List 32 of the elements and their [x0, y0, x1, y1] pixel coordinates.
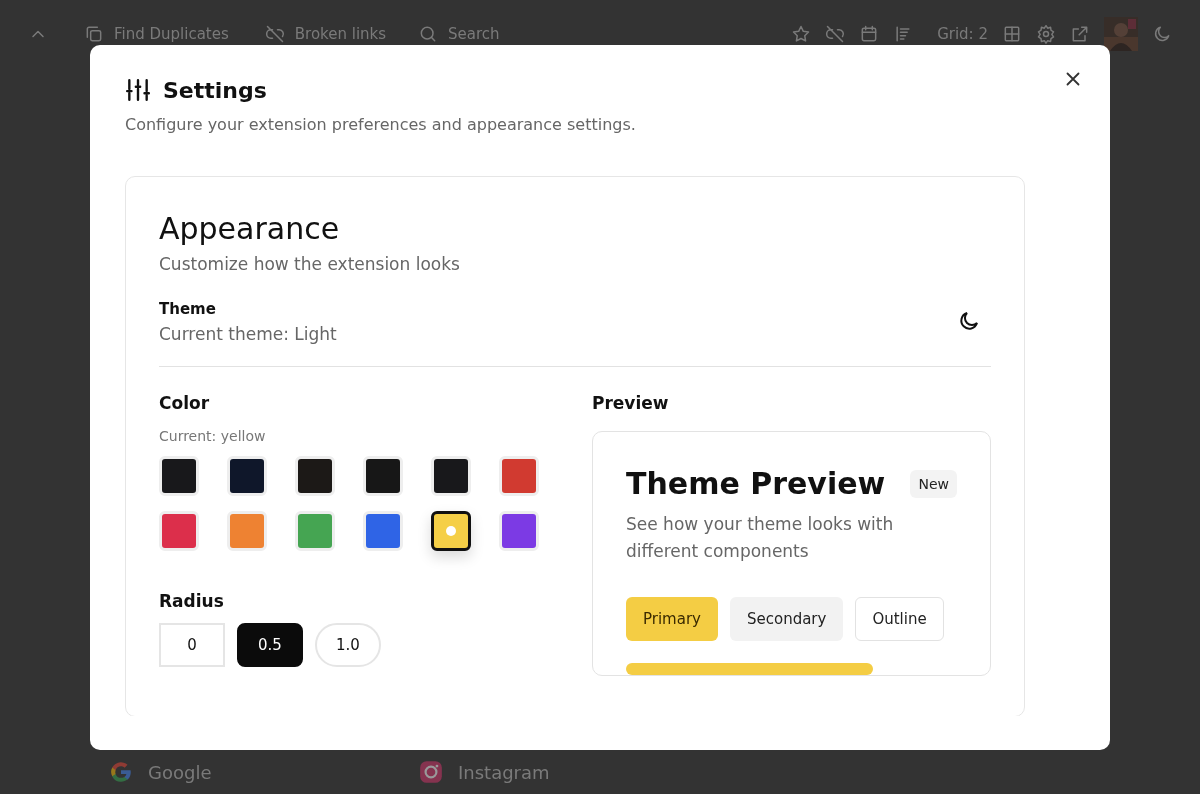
- grid-icon[interactable]: [1002, 24, 1022, 44]
- external-link-icon[interactable]: [1070, 24, 1090, 44]
- camera-icon: [418, 759, 444, 785]
- preview-label: Preview: [592, 393, 669, 413]
- broken-link-icon[interactable]: [825, 24, 846, 44]
- preview-button[interactable]: Primary: [626, 597, 718, 641]
- star-icon[interactable]: [791, 24, 812, 44]
- settings-icon[interactable]: [1036, 24, 1056, 44]
- preview-button[interactable]: Outline: [855, 597, 944, 641]
- google-icon: [108, 759, 134, 785]
- preview-button[interactable]: Secondary: [729, 597, 844, 641]
- search-field[interactable]: Search: [446, 24, 571, 44]
- preview-title: Theme Preview: [626, 466, 886, 501]
- theme-value: Current theme: Light: [159, 324, 337, 344]
- broken-link-icon: [264, 24, 285, 44]
- radius-option[interactable]: 1.0: [315, 623, 381, 667]
- copy-icon: [84, 24, 104, 44]
- preview-text: See how your theme looks with different components: [626, 513, 895, 563]
- section-subtitle: Customize how the extension looks: [159, 254, 461, 274]
- section-title: Appearance: [159, 211, 341, 246]
- moon-icon[interactable]: [1152, 24, 1172, 44]
- current-color: Current: yellow: [159, 428, 266, 444]
- color-label: Color: [159, 393, 210, 413]
- color-swatch[interactable]: [431, 511, 471, 551]
- dialog-title: Settings: [163, 77, 267, 103]
- radius-option[interactable]: 0.5: [237, 623, 303, 667]
- sliders-icon: [125, 77, 151, 103]
- theme-label: Theme: [159, 300, 217, 318]
- radius-option[interactable]: 0: [159, 623, 225, 667]
- new-badge: New: [910, 469, 957, 498]
- dialog-subtitle: Configure your extension preferences and appearance settings.: [125, 115, 637, 134]
- radius-label: Radius: [159, 591, 224, 611]
